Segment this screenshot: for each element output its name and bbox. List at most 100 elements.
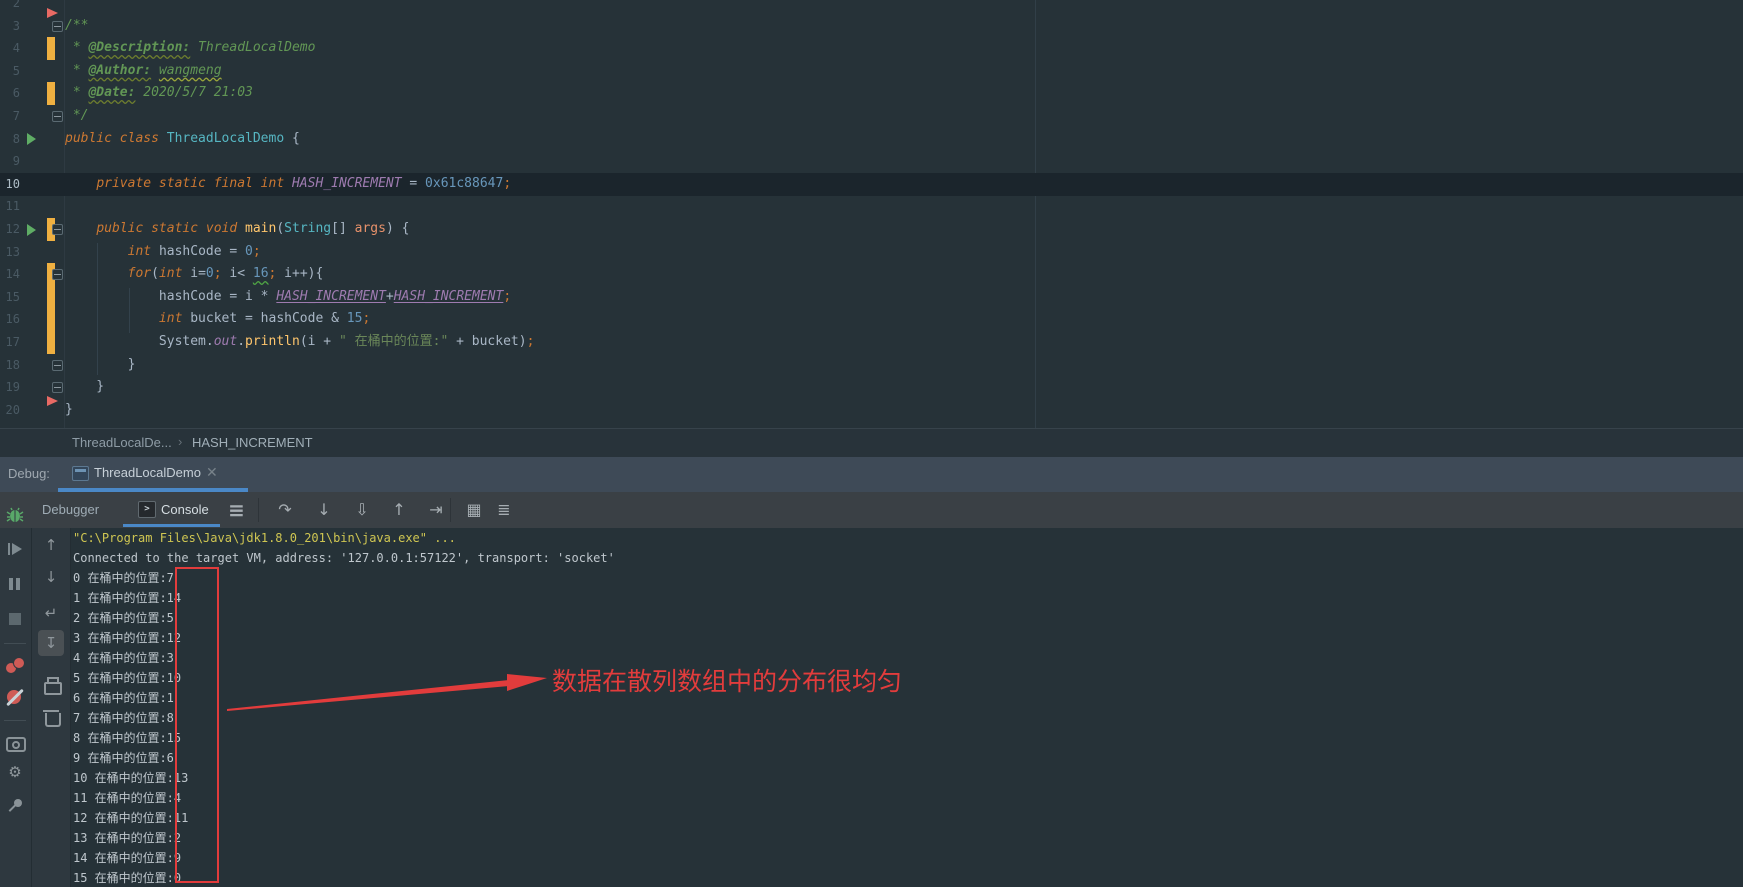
console-connect-line: Connected to the target VM, address: '12… xyxy=(73,548,615,568)
code-line: hashCode = i * HASH_INCREMENT+HASH_INCRE… xyxy=(65,286,511,309)
code-token: * xyxy=(65,85,88,100)
code-token: @Author: xyxy=(88,63,151,78)
step-over-icon[interactable]: ↷ xyxy=(273,498,297,522)
gutter-line-number: 19 xyxy=(0,376,20,399)
code-token: hashCode = i * xyxy=(159,289,276,304)
code-token: HASH_INCREMENT xyxy=(292,176,402,191)
code-token: private static final int xyxy=(96,176,292,191)
gutter-line-number: 12 xyxy=(0,218,20,241)
code-token: public class xyxy=(65,131,167,146)
rerun-debugger-icon[interactable] xyxy=(4,504,26,526)
gutter-line-number: 15 xyxy=(0,286,20,309)
code-line: */ xyxy=(65,105,88,128)
run-method-icon[interactable] xyxy=(27,224,36,236)
console-left-toolbar: ↑ ↓ ↵ ↧ xyxy=(32,528,71,887)
fold-start-icon[interactable] xyxy=(52,269,63,280)
pin-tab-icon[interactable] xyxy=(4,796,26,818)
up-the-stack-trace-icon[interactable]: ↑ xyxy=(40,534,62,556)
gutter-line-number: 8 xyxy=(0,128,20,151)
gutter-line-number: 3 xyxy=(0,15,20,38)
gutter-line-number: 17 xyxy=(0,331,20,354)
fold-start-icon[interactable] xyxy=(52,21,63,32)
code-token: * xyxy=(65,63,88,78)
clear-console-icon[interactable] xyxy=(40,706,62,728)
settings-gear-icon[interactable]: ⚙ xyxy=(4,761,26,783)
step-into-icon[interactable]: ↓ xyxy=(312,498,336,522)
console-bucket-line: 9 在桶中的位置:6 xyxy=(73,748,174,768)
code-line: for(int i=0; i< 16; i++){ xyxy=(65,263,323,286)
step-out-icon[interactable]: ↑ xyxy=(387,498,411,522)
code-line: /** xyxy=(65,15,88,38)
code-token: ; xyxy=(503,176,511,191)
chevron-right-icon: › xyxy=(178,434,182,449)
bookmark-flag-icon xyxy=(47,8,58,18)
code-token: ; xyxy=(214,266,222,281)
console-bucket-line: 6 在桶中的位置:1 xyxy=(73,688,174,708)
console-bucket-line: 12 在桶中的位置:11 xyxy=(73,808,188,828)
gutter-line-number: 11 xyxy=(0,195,20,218)
code-token: 2020/5/7 21:03 xyxy=(135,85,252,100)
code-token: /** xyxy=(65,18,88,33)
code-editor[interactable]: 23/**4 * @Description: ThreadLocalDemo5 … xyxy=(0,0,1743,428)
thread-dump-camera-icon[interactable] xyxy=(4,731,26,753)
toolbar-group-separator xyxy=(4,643,26,644)
breadcrumb-member[interactable]: HASH_INCREMENT xyxy=(192,435,313,450)
gutter-line-number: 2 xyxy=(0,0,20,15)
console-bucket-line: 2 在桶中的位置:5 xyxy=(73,608,174,628)
fold-start-icon[interactable] xyxy=(52,224,63,235)
code-line: int hashCode = 0; xyxy=(65,241,261,264)
tab-console[interactable]: > Console xyxy=(138,492,222,528)
code-token: ( xyxy=(276,221,284,236)
code-token: ; xyxy=(362,311,370,326)
fold-end-icon[interactable] xyxy=(52,360,63,371)
debug-panel-header: Debug: ThreadLocalDemo ✕ xyxy=(0,457,1743,492)
resume-program-icon[interactable] xyxy=(4,538,26,560)
code-token: 0x61c88647 xyxy=(425,176,503,191)
code-token: [] xyxy=(331,221,354,236)
print-console-icon[interactable] xyxy=(40,674,62,696)
code-token: String xyxy=(284,221,331,236)
code-line: int bucket = hashCode & 15; xyxy=(65,308,370,331)
debug-tab-icon xyxy=(72,466,89,481)
console-bucket-line: 3 在桶中的位置:12 xyxy=(73,628,181,648)
code-token: int xyxy=(159,311,190,326)
close-icon[interactable]: ✕ xyxy=(206,464,218,481)
run-method-icon[interactable] xyxy=(27,133,36,145)
down-the-stack-trace-icon[interactable]: ↓ xyxy=(40,566,62,588)
code-line: * @Description: ThreadLocalDemo xyxy=(65,37,315,60)
scroll-to-end-icon[interactable]: ↧ xyxy=(38,630,64,656)
code-line: private static final int HASH_INCREMENT … xyxy=(65,173,511,196)
mute-breakpoints-icon[interactable] xyxy=(4,686,26,708)
soft-wrap-icon[interactable]: ↵ xyxy=(40,602,62,624)
console-bucket-line: 11 在桶中的位置:4 xyxy=(73,788,181,808)
run-to-cursor-icon[interactable]: ⇥ xyxy=(424,498,448,522)
code-token: i= xyxy=(190,266,206,281)
annotation-text: 数据在散列数组中的分布很均匀 xyxy=(552,662,902,698)
code-token: (i + xyxy=(300,334,339,349)
more-options-icon[interactable]: ≡ xyxy=(224,498,248,522)
layout-settings-icon[interactable]: ≣ xyxy=(492,498,516,522)
fold-end-icon[interactable] xyxy=(52,111,63,122)
console-output[interactable]: "C:\Program Files\Java\jdk1.8.0_201\bin\… xyxy=(73,528,1733,887)
console-bucket-line: 5 在桶中的位置:10 xyxy=(73,668,181,688)
tab-debugger[interactable]: Debugger xyxy=(42,492,112,528)
changed-lines-marker xyxy=(47,331,55,354)
evaluate-expression-icon[interactable]: ▦ xyxy=(462,498,486,522)
code-token: } xyxy=(65,379,104,394)
console-command-line: "C:\Program Files\Java\jdk1.8.0_201\bin\… xyxy=(73,528,456,548)
code-line: * @Author: wangmeng xyxy=(65,60,222,83)
gutter-line-number: 9 xyxy=(0,150,20,173)
code-token: 15 xyxy=(347,311,363,326)
code-token: int xyxy=(159,266,190,281)
code-token: + xyxy=(386,289,394,304)
right-margin-guide xyxy=(1035,0,1036,428)
fold-end-icon[interactable] xyxy=(52,382,63,393)
breadcrumb-file[interactable]: ThreadLocalDe... xyxy=(72,435,172,450)
stop-program-icon[interactable] xyxy=(4,608,26,630)
console-bucket-line: 13 在桶中的位置:2 xyxy=(73,828,181,848)
code-token xyxy=(65,311,159,326)
pause-program-icon[interactable] xyxy=(4,573,26,595)
view-breakpoints-icon[interactable] xyxy=(4,655,26,677)
code-token xyxy=(65,221,96,236)
force-step-into-icon[interactable]: ⇩ xyxy=(350,498,374,522)
